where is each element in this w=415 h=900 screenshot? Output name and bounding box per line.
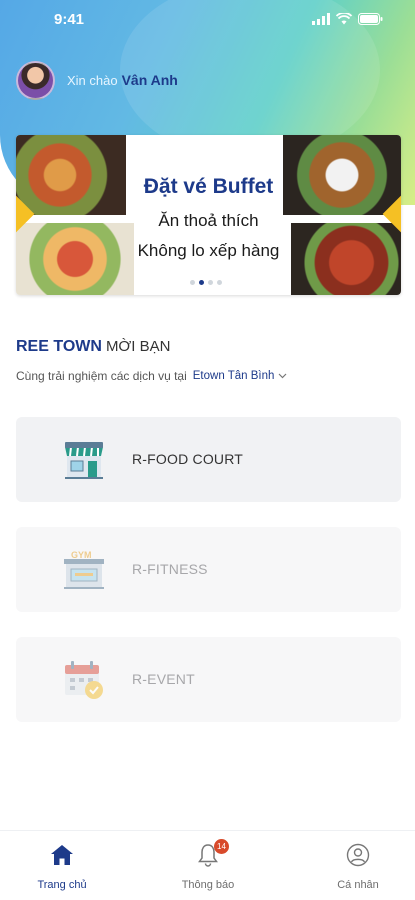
location-row: Cùng trải nghiệm các dịch vụ tại Etown T… [16, 369, 287, 383]
bottom-tab-bar: Trang chủ 14 Thông báo Cá nhân [0, 830, 415, 900]
location-dropdown[interactable]: Etown Tân Bình [193, 370, 288, 382]
svg-text:GYM: GYM [71, 550, 92, 560]
tab-notifications-label: Thông báo [181, 879, 235, 891]
section-title: REE TOWN MỜI BẠN [16, 338, 170, 356]
store-icon [65, 442, 103, 479]
tab-profile-label: Cá nhân [337, 879, 379, 891]
avatar[interactable] [16, 60, 55, 100]
tab-profile[interactable]: Cá nhân [298, 841, 415, 891]
location-prompt: Cùng trải nghiệm các dịch vụ tại [16, 369, 187, 383]
location-value: Etown Tân Bình [192, 370, 275, 382]
section-title-rest: MỜI BẠN [105, 338, 171, 355]
tab-home-label: Trang chủ [37, 879, 87, 891]
greeting: Xin chào Vân Anh [16, 60, 178, 100]
banner-line-2: Không lo xếp hàng [137, 241, 280, 260]
service-event[interactable]: R-EVENT [16, 637, 401, 722]
service-label: R-EVENT [132, 671, 195, 687]
service-label: R-FITNESS [132, 561, 208, 577]
carousel-dot-active[interactable] [199, 280, 204, 285]
service-label: R-FOOD COURT [132, 451, 244, 467]
notification-badge: 14 [214, 839, 229, 854]
gym-icon: GYM [64, 550, 104, 589]
chevron-down-icon [278, 373, 287, 379]
tab-notifications[interactable]: 14 Thông báo [148, 839, 268, 891]
user-name: Vân Anh [121, 72, 178, 88]
carousel-dot[interactable] [190, 280, 195, 285]
calendar-check-icon [65, 661, 103, 699]
promo-banner[interactable]: Đặt vé Buffet Ăn thoả thích Không lo xếp… [16, 135, 401, 295]
banner-line-1: Ăn thoả thích [158, 211, 259, 230]
home-icon [51, 845, 73, 865]
battery-icon [358, 13, 383, 25]
carousel-dots [190, 280, 222, 285]
carousel-dot[interactable] [208, 280, 213, 285]
banner-title: Đặt vé Buffet [143, 175, 274, 198]
status-icons [312, 13, 383, 25]
signal-icon [312, 13, 330, 25]
wifi-icon [336, 13, 352, 25]
section-title-brand: REE TOWN [16, 338, 102, 355]
carousel-dot[interactable] [217, 280, 222, 285]
service-fitness[interactable]: GYM R-FITNESS [16, 527, 401, 612]
service-food-court[interactable]: R-FOOD COURT [16, 417, 401, 502]
tab-home[interactable]: Trang chủ [2, 841, 122, 891]
status-time: 9:41 [54, 11, 85, 28]
status-bar: 9:41 [0, 8, 415, 32]
greeting-label: Xin chào [67, 72, 118, 88]
user-circle-icon [346, 843, 370, 867]
